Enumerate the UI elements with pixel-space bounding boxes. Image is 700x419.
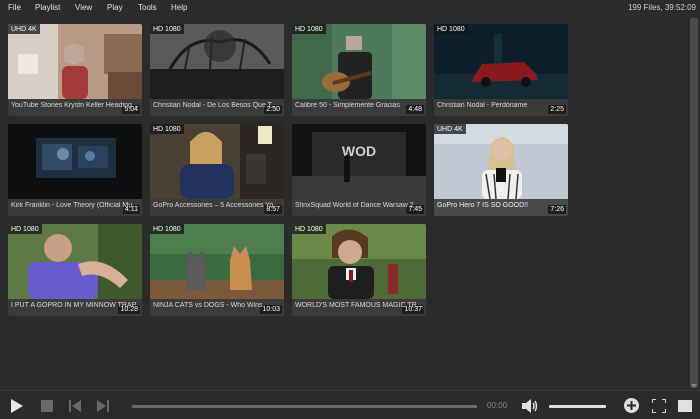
add-button[interactable] bbox=[622, 391, 640, 419]
play-button[interactable] bbox=[6, 391, 28, 419]
volume-button[interactable] bbox=[520, 391, 540, 419]
video-thumbnail: WOD bbox=[292, 124, 426, 199]
video-tile-selected[interactable]: UHD 4K 7:26 GoPro Hero 7 IS SO GOOD!! bbox=[434, 124, 568, 216]
fullscreen-button[interactable] bbox=[650, 391, 668, 419]
video-tile[interactable]: HD 1080 8:57 GoPro Accessories – 5 Acces… bbox=[150, 124, 284, 216]
menu-view[interactable]: View bbox=[75, 3, 92, 12]
skip-forward-icon bbox=[97, 399, 109, 412]
plus-circle-icon bbox=[623, 398, 639, 413]
video-title: Calibre 50 - Simplemente Gracias bbox=[295, 102, 401, 109]
next-button[interactable] bbox=[94, 391, 112, 419]
fullscreen-icon bbox=[652, 398, 666, 413]
video-title: Christian Nodal - Perdóname bbox=[437, 102, 528, 109]
video-tile[interactable]: HD 1080 2:25 Christian Nodal - Perdóname bbox=[434, 24, 568, 116]
menu-help[interactable]: Help bbox=[171, 3, 187, 12]
scrollbar-thumb[interactable] bbox=[690, 18, 698, 388]
video-thumbnail bbox=[150, 24, 284, 99]
quality-badge: HD 1080 bbox=[8, 224, 42, 234]
stop-icon bbox=[41, 399, 53, 412]
previous-button[interactable] bbox=[66, 391, 84, 419]
video-title: WORLD'S MOST FAMOUS MAGIC TRICK bbox=[295, 302, 424, 309]
speaker-icon bbox=[522, 398, 538, 413]
video-thumbnail bbox=[8, 24, 142, 99]
quality-badge: HD 1080 bbox=[150, 24, 184, 34]
player-controls: 00:00 bbox=[0, 390, 700, 419]
video-thumbnail bbox=[292, 224, 426, 299]
video-title: Christian Nodal - De Los Besos Que Te Di bbox=[153, 102, 282, 109]
video-thumbnail bbox=[434, 124, 568, 199]
menu-play[interactable]: Play bbox=[107, 3, 123, 12]
video-title: I PUT A GOPRO IN MY MINNOW TRAP bbox=[11, 302, 137, 309]
menu-bar: File Playlist View Play Tools Help 199 F… bbox=[0, 0, 700, 16]
video-thumbnail bbox=[292, 24, 426, 99]
stop-button[interactable] bbox=[38, 391, 56, 419]
playlist-view-button[interactable] bbox=[676, 391, 694, 419]
scroll-down-icon[interactable] bbox=[691, 384, 697, 388]
video-thumbnail bbox=[150, 224, 284, 299]
video-thumbnail bbox=[8, 224, 142, 299]
video-thumbnail bbox=[150, 124, 284, 199]
playlist-panel-icon bbox=[678, 399, 692, 412]
menu-tools[interactable]: Tools bbox=[138, 3, 157, 12]
video-thumbnail bbox=[8, 124, 142, 199]
seek-bar[interactable] bbox=[132, 405, 477, 408]
playlist-grid: UHD 4K 5:04 YouTube Stories Krystn Kelle… bbox=[0, 16, 688, 390]
video-tile[interactable]: HD 1080 2:50 Christian Nodal - De Los Be… bbox=[150, 24, 284, 116]
menu-file[interactable]: File bbox=[8, 3, 21, 12]
video-tile[interactable]: HD 1080 10:03 NINJA CATS vs DOGS - Who W… bbox=[150, 224, 284, 316]
video-tile[interactable]: WOD 7:45 SfinxSquad World of Dance Warsa… bbox=[292, 124, 426, 216]
play-icon bbox=[11, 398, 23, 413]
video-tile[interactable]: HD 1080 10:37 WORLD'S MOST FAMOUS MAGIC … bbox=[292, 224, 426, 316]
quality-badge: HD 1080 bbox=[150, 224, 184, 234]
video-thumbnail bbox=[434, 24, 568, 99]
video-title: Kirk Franklin - Love Theory (Official Mu… bbox=[11, 202, 140, 209]
time-display: 00:00 bbox=[487, 401, 508, 410]
video-tile[interactable]: HD 1080 10:28 I PUT A GOPRO IN MY MINNOW… bbox=[8, 224, 142, 316]
video-tile[interactable]: UHD 4K 5:04 YouTube Stories Krystn Kelle… bbox=[8, 24, 142, 116]
video-tile[interactable]: 4:11 Kirk Franklin - Love Theory (Offici… bbox=[8, 124, 142, 216]
file-count-status: 199 Files, 39:52:09 bbox=[627, 3, 696, 12]
video-title: SfinxSquad World of Dance Warsaw 2019 bbox=[295, 202, 424, 209]
vertical-scrollbar[interactable] bbox=[688, 16, 700, 390]
skip-back-icon bbox=[69, 399, 81, 412]
quality-badge: HD 1080 bbox=[292, 24, 326, 34]
volume-slider[interactable] bbox=[549, 405, 606, 408]
video-tile[interactable]: HD 1080 4:48 Calibre 50 - Simplemente Gr… bbox=[292, 24, 426, 116]
menu-playlist[interactable]: Playlist bbox=[35, 3, 60, 12]
video-title: NINJA CATS vs DOGS - Who Wins bbox=[153, 302, 263, 309]
quality-badge: UHD 4K bbox=[434, 124, 466, 134]
video-title: GoPro Hero 7 IS SO GOOD!! bbox=[437, 202, 529, 209]
quality-badge: HD 1080 bbox=[292, 224, 326, 234]
quality-badge: HD 1080 bbox=[150, 124, 184, 134]
quality-badge: UHD 4K bbox=[8, 24, 40, 34]
video-title: YouTube Stories Krystn Keller Heading Ho… bbox=[11, 102, 140, 109]
video-title: GoPro Accessories – 5 Accessories You Ne… bbox=[153, 202, 282, 209]
quality-badge: HD 1080 bbox=[434, 24, 468, 34]
